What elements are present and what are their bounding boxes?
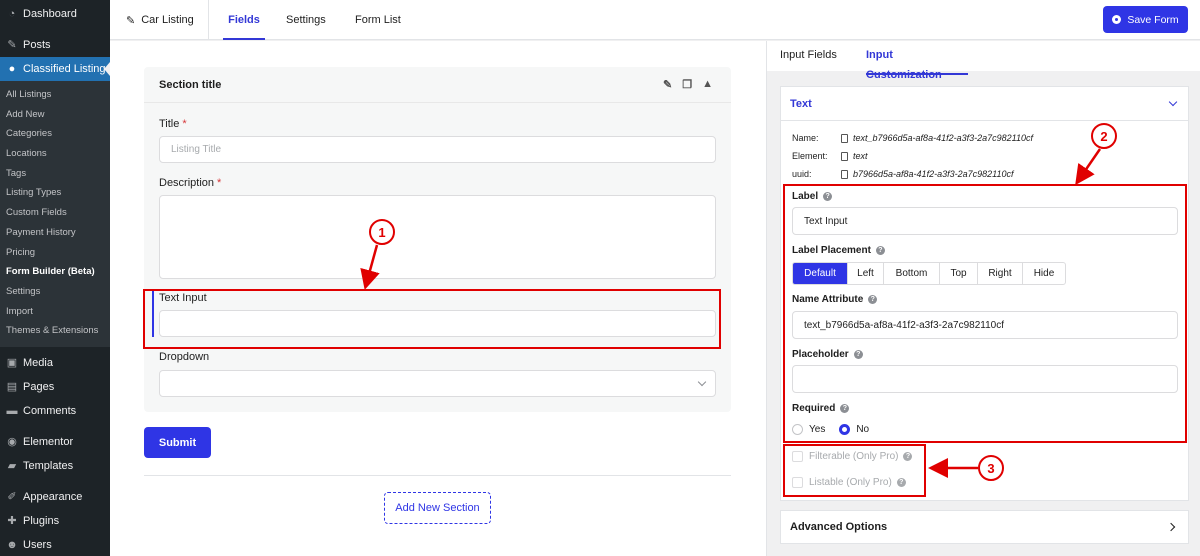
annotation-marker-1: 1 xyxy=(369,219,395,245)
annotation-marker-3: 3 xyxy=(978,455,1004,481)
annotation-arrow-1 xyxy=(360,244,380,290)
annotation-arrows xyxy=(360,148,1102,478)
annotation-arrow-2 xyxy=(1075,148,1102,186)
annotation-marker-2: 2 xyxy=(1091,123,1117,149)
